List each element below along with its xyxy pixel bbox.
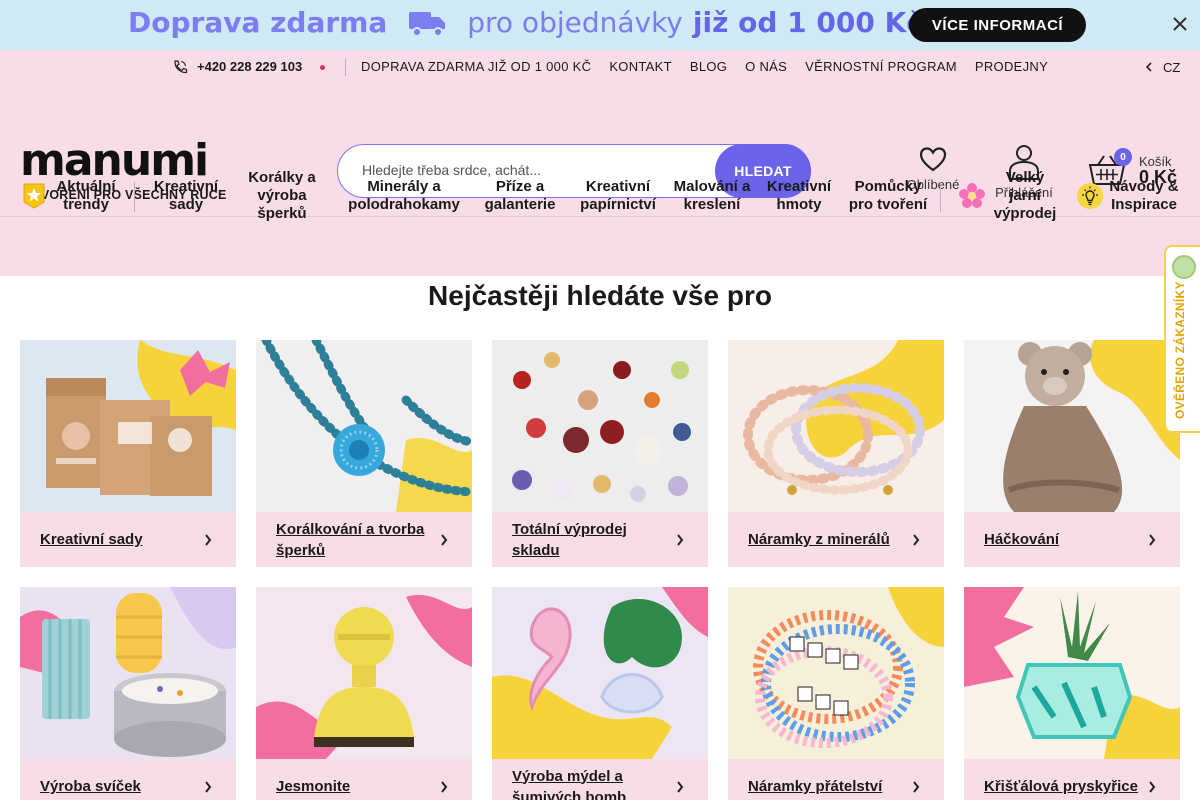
card-footer: Náramky přátelství [728, 759, 944, 800]
category-items: Aktuální trendy Kreativní sady Korálky a… [0, 166, 1200, 226]
more-info-button[interactable]: VÍCE INFORMACÍ [909, 8, 1086, 42]
section-title: Nejčastěji hledáte vše pro [428, 280, 772, 311]
card-footer: Jesmonite [256, 759, 472, 800]
category-card[interactable]: Výroba svíček [20, 587, 236, 800]
category-minerals[interactable]: Minerály a polodrahokamy [338, 166, 470, 226]
category-card[interactable]: Výroba mýdel a šumivých bomb [492, 587, 708, 800]
promo-text-orders: pro objednávky [467, 6, 683, 39]
category-stationery[interactable]: Kreativní papírnictví [572, 166, 664, 226]
category-trends[interactable]: Aktuální trendy [48, 166, 124, 226]
chevron-right-icon [205, 781, 212, 793]
cart-count-badge: 0 [1114, 148, 1132, 166]
star-badge-icon [23, 183, 45, 209]
card-footer: Křišťálová pryskyřice [964, 759, 1180, 800]
chevron-right-icon [913, 781, 920, 793]
verified-label: OVĚŘENO ZÁKAZNÍKY [1173, 281, 1187, 419]
verified-reviews-tab[interactable]: OVĚŘENO ZÁKAZNÍKY [1164, 245, 1200, 433]
verified-seal-icon [1172, 255, 1196, 279]
card-image-candles [20, 587, 236, 759]
chevron-left-icon[interactable] [1145, 62, 1153, 72]
card-label[interactable]: Korálkování a tvorba šperků [276, 519, 434, 561]
top-link-contact[interactable]: KONTAKT [609, 59, 672, 74]
card-image-beads [256, 340, 472, 512]
card-image-friendship-bracelets [728, 587, 944, 759]
card-footer: Háčkování [964, 512, 1180, 567]
category-spring-sale[interactable]: Velký jarní výprodej [988, 166, 1062, 226]
status-dot [320, 65, 325, 70]
category-card[interactable]: Jesmonite [256, 587, 472, 800]
chevron-right-icon [913, 534, 920, 546]
category-tools[interactable]: Pomůcky pro tvoření [846, 166, 930, 226]
card-label[interactable]: Háčkování [984, 529, 1059, 550]
top-navigation: +420 228 229 103 DOPRAVA ZDARMA JIŽ OD 1… [0, 50, 1200, 84]
chevron-right-icon [1149, 534, 1156, 546]
category-divider [940, 182, 941, 212]
category-card[interactable]: Háčkování [964, 340, 1180, 567]
card-label[interactable]: Výroba svíček [40, 776, 141, 797]
chevron-right-icon [1149, 781, 1156, 793]
category-card[interactable]: Korálkování a tvorba šperků [256, 340, 472, 567]
card-footer: Výroba mýdel a šumivých bomb [492, 759, 708, 800]
flower-icon [959, 183, 985, 208]
category-card[interactable]: Kreativní sady [20, 340, 236, 567]
category-card[interactable]: Totální výprodej skladu [492, 340, 708, 567]
category-painting[interactable]: Malování a kreslení [672, 166, 752, 226]
category-guides[interactable]: Návody & Inspirace [1106, 166, 1182, 226]
close-icon[interactable] [1172, 16, 1188, 32]
top-links: DOPRAVA ZDARMA JIŽ OD 1 000 KČ KONTAKT B… [361, 59, 1048, 74]
category-creative-kits[interactable]: Kreativní sady [146, 166, 226, 226]
promo-message: Doprava zdarma pro objednávky již od 1 0… [128, 6, 923, 39]
chevron-right-icon [677, 534, 684, 546]
card-footer: Výroba svíček [20, 759, 236, 800]
promo-bar: Doprava zdarma pro objednávky již od 1 0… [0, 0, 1200, 50]
card-footer: Kreativní sady [20, 512, 236, 567]
card-label[interactable]: Křišťálová pryskyřice [984, 776, 1138, 797]
phone-icon [174, 60, 188, 74]
top-link-blog[interactable]: BLOG [690, 59, 727, 74]
card-label[interactable]: Náramky z minerálů [748, 529, 890, 550]
card-image-crochet [964, 340, 1180, 512]
card-label[interactable]: Jesmonite [276, 776, 350, 797]
card-image-mineral-bracelets [728, 340, 944, 512]
card-image-sale [492, 340, 708, 512]
chevron-right-icon [441, 781, 448, 793]
card-image-resin [964, 587, 1180, 759]
truck-icon [409, 11, 446, 37]
lightbulb-icon [1077, 183, 1103, 209]
card-image-kits [20, 340, 236, 512]
language-selector[interactable]: CZ [1163, 60, 1180, 75]
chevron-right-icon [441, 534, 448, 546]
phone-number[interactable]: +420 228 229 103 [197, 59, 302, 74]
card-label[interactable]: Náramky přátelství [748, 776, 882, 797]
top-link-about[interactable]: O NÁS [745, 59, 787, 74]
chevron-right-icon [205, 534, 212, 546]
card-label[interactable]: Výroba mýdel a šumivých bomb [512, 766, 670, 800]
category-divider [134, 182, 135, 212]
top-link-free-shipping[interactable]: DOPRAVA ZDARMA JIŽ OD 1 000 KČ [361, 59, 591, 74]
card-label[interactable]: Totální výprodej skladu [512, 519, 670, 561]
promo-text-free-shipping: Doprava zdarma [128, 6, 388, 39]
chevron-right-icon [677, 781, 684, 793]
card-footer: Totální výprodej skladu [492, 512, 708, 567]
top-link-loyalty[interactable]: VĚRNOSTNÍ PROGRAM [805, 59, 957, 74]
category-creative-mass[interactable]: Kreativní hmoty [760, 166, 838, 226]
category-yarn[interactable]: Příze a galanterie [478, 166, 562, 226]
top-link-stores[interactable]: PRODEJNY [975, 59, 1048, 74]
category-beads-jewelry[interactable]: Korálky a výroba šperků [237, 166, 327, 226]
divider [345, 58, 346, 76]
card-footer: Náramky z minerálů [728, 512, 944, 567]
card-footer: Korálkování a tvorba šperků [256, 512, 472, 567]
category-card[interactable]: Náramky z minerálů [728, 340, 944, 567]
card-image-soap [492, 587, 708, 759]
card-image-jesmonite [256, 587, 472, 759]
card-label[interactable]: Kreativní sady [40, 529, 143, 550]
category-card[interactable]: Náramky přátelství [728, 587, 944, 800]
category-card[interactable]: Křišťálová pryskyřice [964, 587, 1180, 800]
promo-text-threshold: již od 1 000 Kč [692, 6, 923, 39]
